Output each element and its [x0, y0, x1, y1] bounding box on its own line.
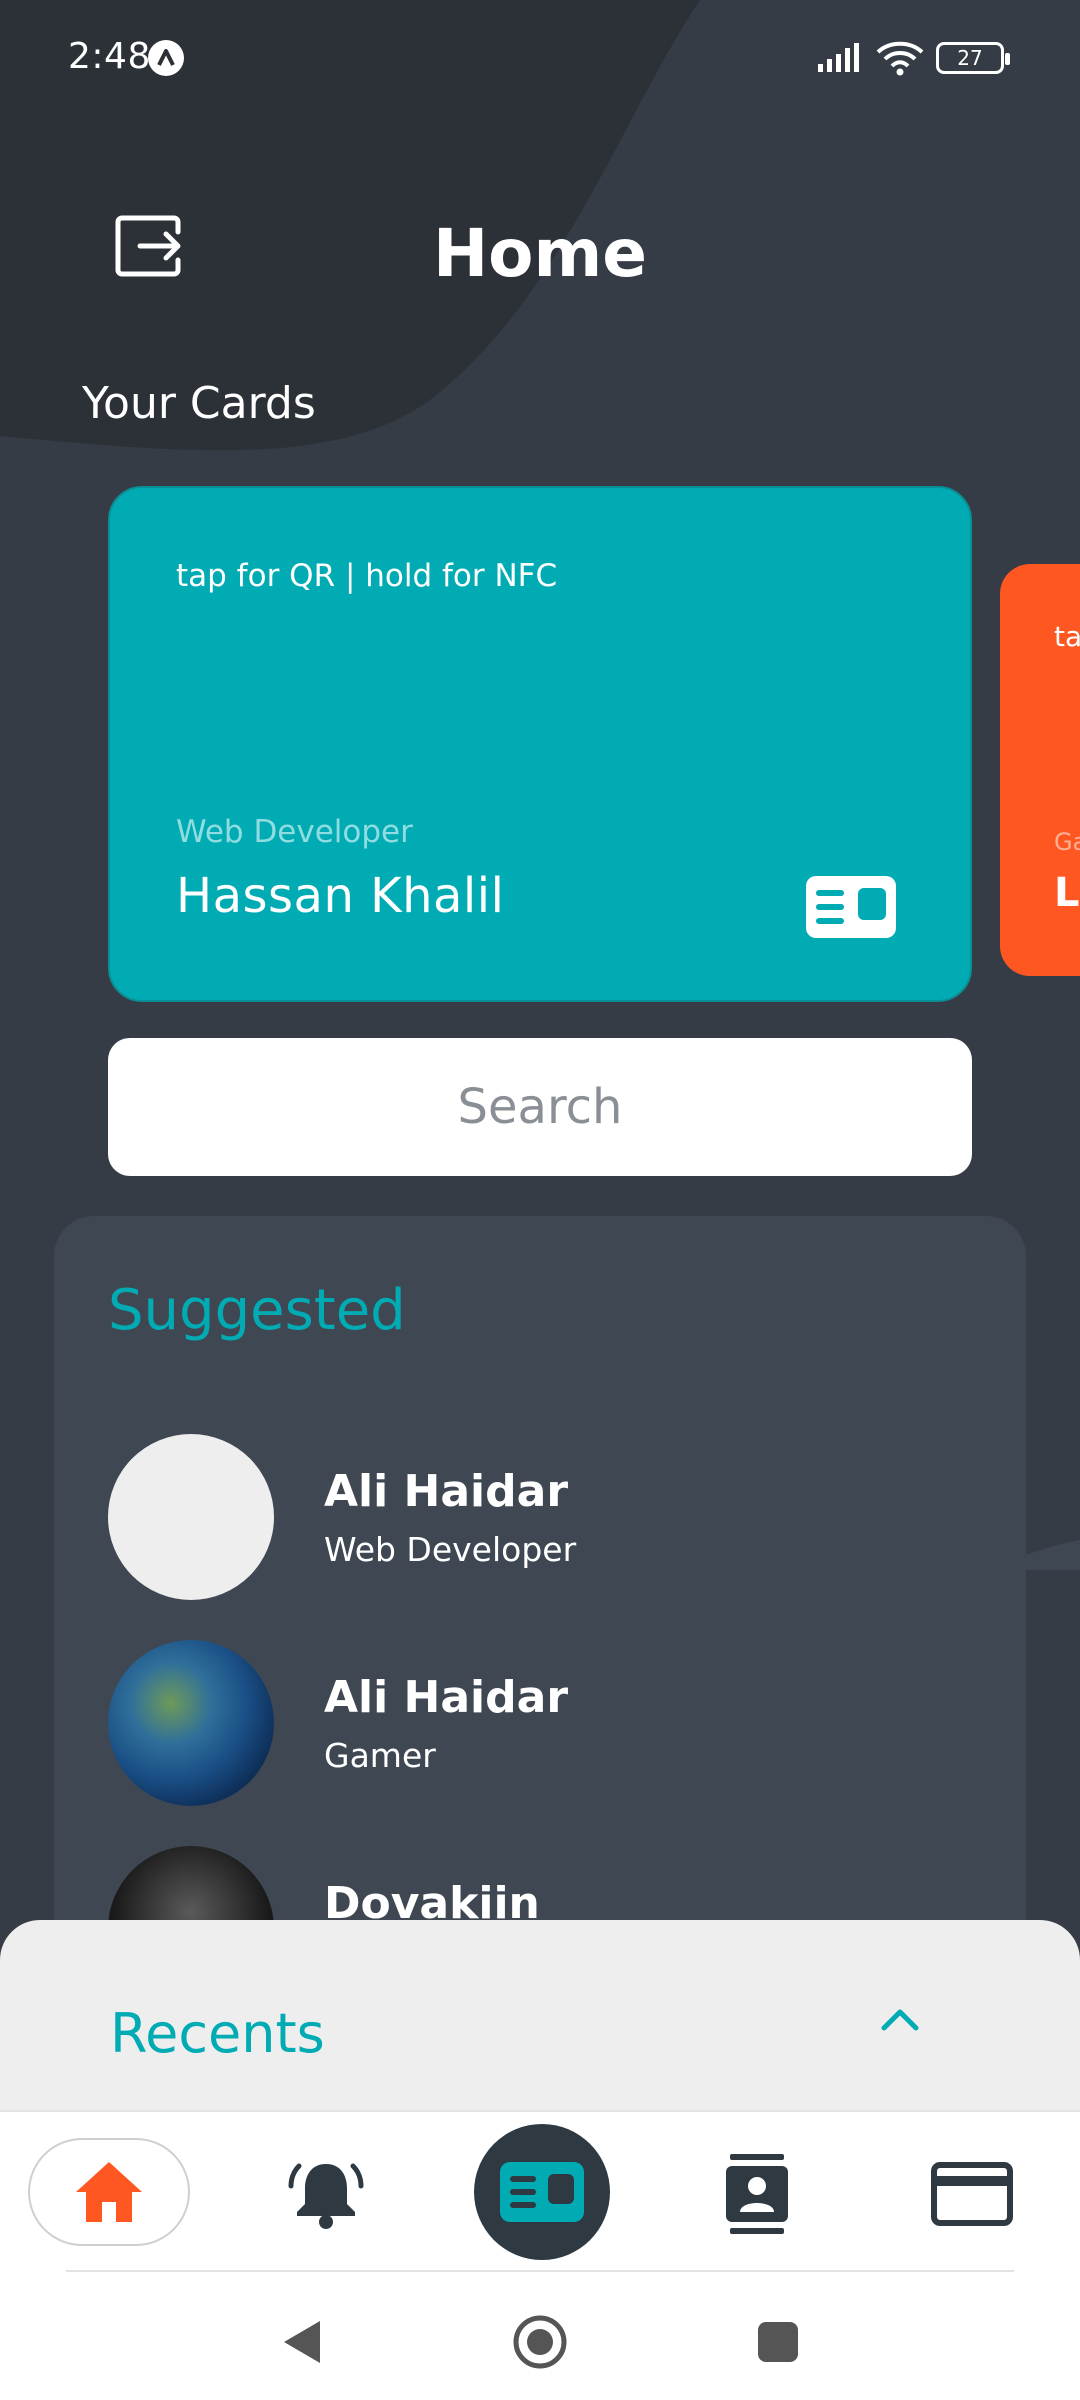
- contact-name: Ali Haidar: [324, 1672, 569, 1723]
- avatar: [108, 1434, 274, 1600]
- business-card-next[interactable]: ta Ga Lo: [1000, 564, 1080, 976]
- back-icon[interactable]: [272, 2312, 332, 2372]
- card-role: Web Developer: [176, 814, 413, 850]
- status-indicators: 27: [816, 40, 1010, 76]
- peek-card-hint: ta: [1054, 620, 1080, 653]
- battery-icon: 27: [936, 42, 1010, 74]
- system-navigation-bar: [0, 2272, 1080, 2400]
- home-screen: 2:48 27 Home Your Cards tap for QR | hol…: [0, 0, 1080, 2400]
- recents-heading: Recents: [110, 2002, 325, 2065]
- chevron-up-icon[interactable]: [876, 2000, 924, 2036]
- battery-level: 27: [957, 46, 983, 70]
- contact-role: Gamer: [324, 1736, 436, 1775]
- wifi-icon: [876, 41, 924, 76]
- card-hint: tap for QR | hold for NFC: [176, 558, 558, 594]
- recents-sheet[interactable]: Recents: [0, 1920, 1080, 2112]
- business-card[interactable]: tap for QR | hold for NFC Web Developer …: [108, 486, 972, 1002]
- your-cards-heading: Your Cards: [82, 378, 316, 429]
- contacts-icon: [726, 2154, 788, 2234]
- nav-cards[interactable]: [922, 2112, 1022, 2276]
- home-circle-icon[interactable]: [510, 2312, 570, 2372]
- search-input[interactable]: [108, 1038, 972, 1176]
- contact-item[interactable]: Ali Haidar Gamer: [108, 1640, 988, 1806]
- suggested-heading: Suggested: [108, 1278, 406, 1343]
- bottom-nav: [0, 2110, 1080, 2274]
- status-bar: 2:48 27: [0, 0, 1080, 120]
- home-icon: [76, 2162, 142, 2222]
- contact-item[interactable]: Ali Haidar Web Developer: [108, 1434, 988, 1600]
- bell-icon: [288, 2163, 364, 2229]
- avatar: [108, 1640, 274, 1806]
- id-card-icon: [500, 2162, 584, 2222]
- peek-card-role: Ga: [1054, 828, 1080, 856]
- credit-card-icon: [931, 2162, 1013, 2226]
- id-card-icon: [806, 876, 896, 938]
- nav-contacts[interactable]: [712, 2112, 802, 2276]
- suggested-panel: Suggested Ali Haidar Web Developer Ali H…: [54, 1216, 1026, 1976]
- page-title: Home: [432, 215, 648, 292]
- notification-a-icon: [148, 40, 184, 76]
- peek-card-name: Lo: [1054, 870, 1080, 916]
- nav-notifications[interactable]: [276, 2112, 376, 2276]
- nav-my-card[interactable]: [474, 2124, 610, 2260]
- nav-home[interactable]: [28, 2138, 190, 2246]
- signal-icon: [818, 43, 859, 72]
- recents-square-icon[interactable]: [748, 2312, 808, 2372]
- card-name: Hassan Khalil: [176, 868, 505, 924]
- status-time: 2:48: [68, 36, 151, 77]
- contact-role: Web Developer: [324, 1530, 577, 1569]
- contact-name: Ali Haidar: [324, 1466, 569, 1517]
